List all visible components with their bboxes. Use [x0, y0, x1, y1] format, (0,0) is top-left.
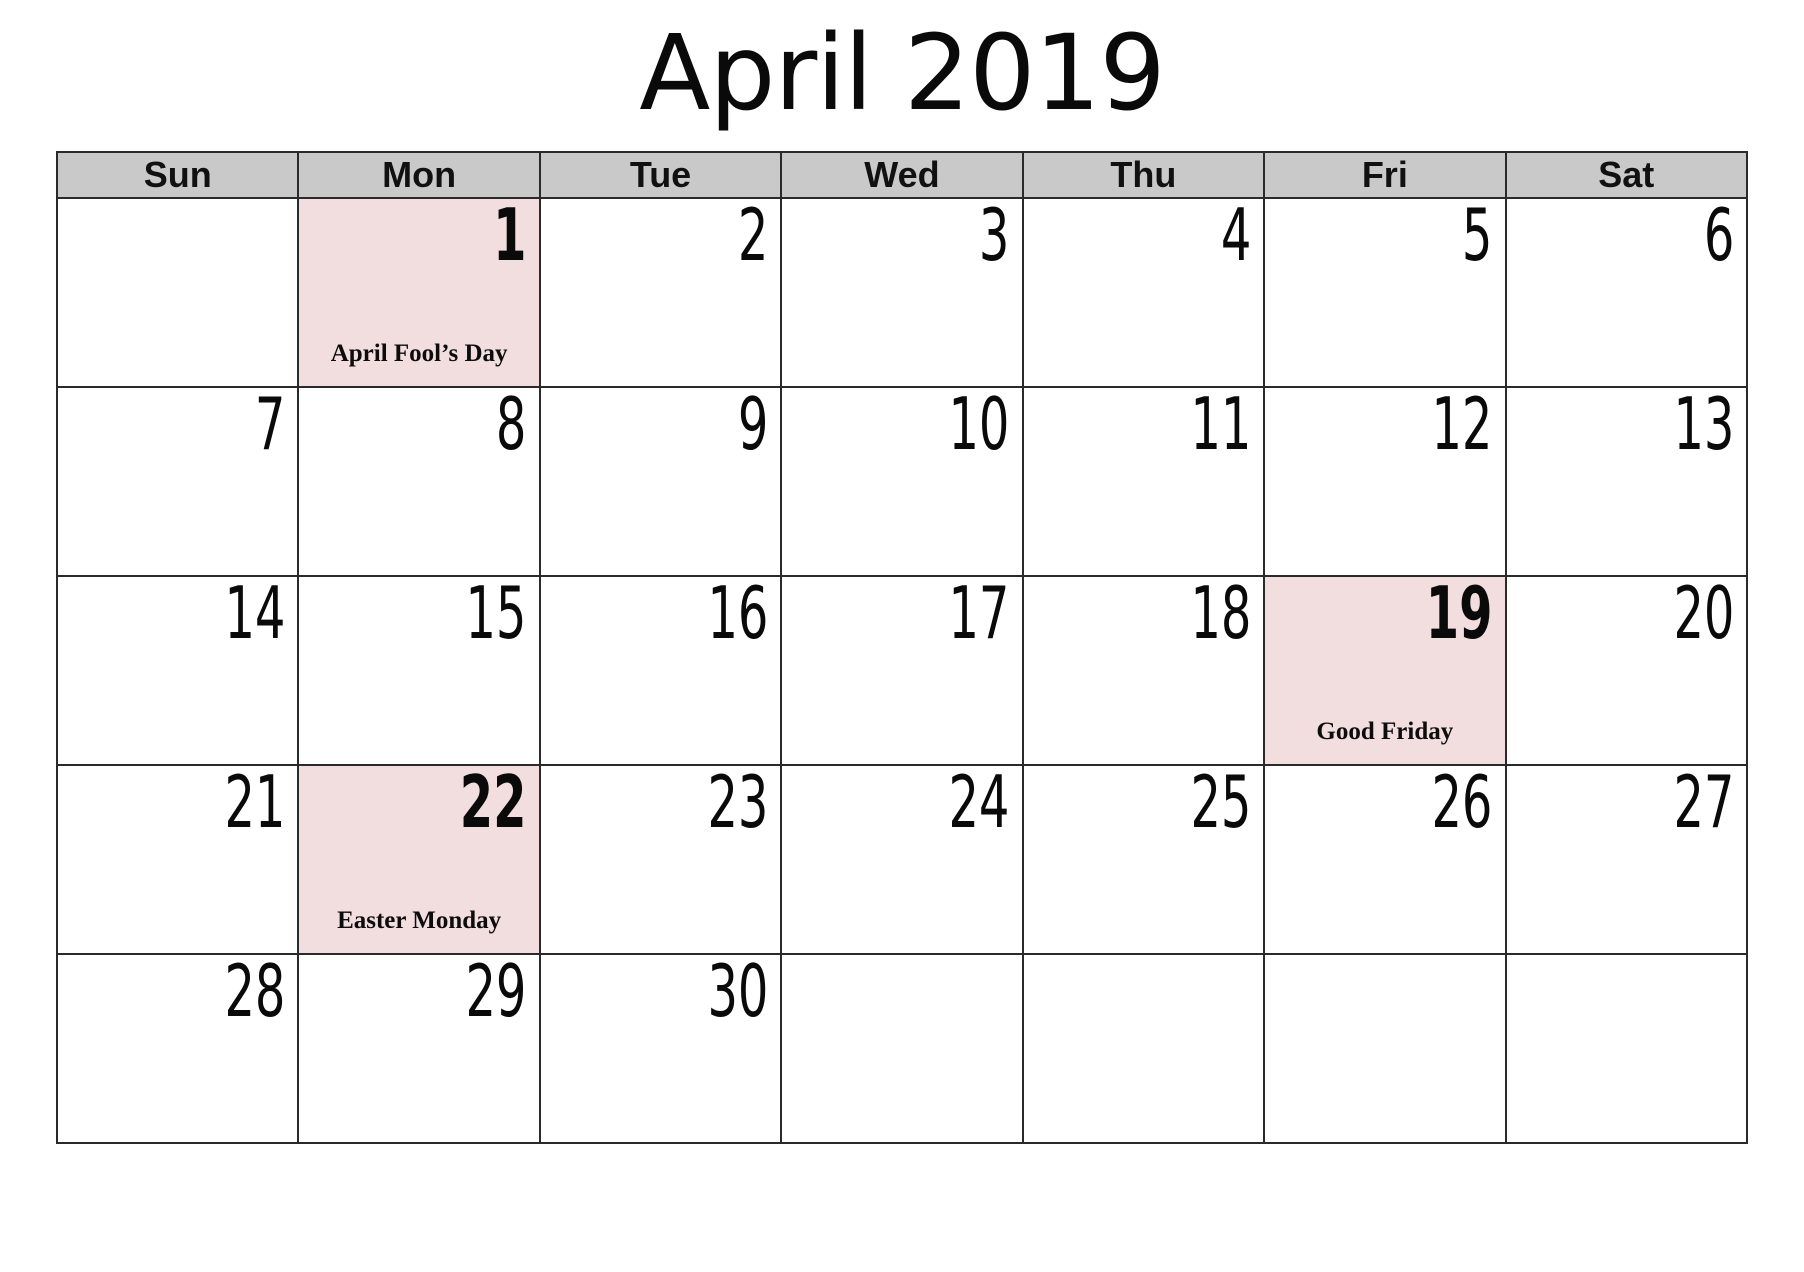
- day-number: 22: [460, 766, 527, 844]
- day-number: 25: [1190, 766, 1252, 844]
- calendar-week-row: 1 April Fool’s Day 2 3 4 5 6: [58, 199, 1748, 388]
- weekday-header-tue: Tue: [540, 153, 783, 199]
- day-number: 26: [1431, 766, 1493, 844]
- calendar-day-cell[interactable]: 30: [540, 955, 783, 1144]
- calendar-day-cell-empty: [58, 199, 300, 388]
- weekday-header-mon: Mon: [299, 153, 541, 199]
- calendar-day-cell[interactable]: 4: [1023, 199, 1266, 388]
- calendar-day-cell[interactable]: 25: [1023, 766, 1266, 955]
- weekday-header-row: Sun Mon Tue Wed Thu Fri Sat: [58, 153, 1748, 199]
- day-number: 15: [465, 577, 527, 655]
- day-number: 12: [1431, 388, 1493, 466]
- day-number: 24: [948, 766, 1010, 844]
- calendar-week-row: 14 15 16 17 18 19 Good Friday 20: [58, 577, 1748, 766]
- calendar-weeks: 1 April Fool’s Day 2 3 4 5 6 7 8 9 10 11 12 13 14 15 16 1…: [58, 199, 1748, 1144]
- calendar-day-cell[interactable]: 15: [299, 577, 541, 766]
- day-number: 10: [948, 388, 1010, 466]
- day-number: 30: [707, 955, 769, 1033]
- calendar-day-cell[interactable]: 27: [1506, 766, 1748, 955]
- day-number: 21: [224, 766, 286, 844]
- calendar-day-cell-empty: [1506, 955, 1748, 1144]
- calendar-day-cell[interactable]: 9: [540, 388, 783, 577]
- day-number: 18: [1190, 577, 1252, 655]
- day-number: 13: [1672, 388, 1734, 466]
- day-number: 2: [737, 199, 769, 277]
- calendar-day-cell[interactable]: 11: [1023, 388, 1266, 577]
- calendar-grid: Sun Mon Tue Wed Thu Fri Sat 1 April Fool’…: [56, 151, 1748, 1144]
- day-number: 7: [254, 388, 286, 466]
- calendar-page: April 2019 Sun Mon Tue Wed Thu Fri Sat 1…: [0, 0, 1804, 1272]
- day-number: 19: [1425, 577, 1493, 655]
- weekday-header-sat: Sat: [1506, 153, 1748, 199]
- day-number: 14: [224, 577, 286, 655]
- calendar-day-cell[interactable]: 14: [58, 577, 300, 766]
- day-number: 29: [465, 955, 527, 1033]
- day-number: 16: [707, 577, 769, 655]
- day-number: 6: [1703, 199, 1734, 277]
- day-number: 17: [948, 577, 1010, 655]
- weekday-header-wed: Wed: [782, 153, 1024, 199]
- calendar-day-cell[interactable]: 16: [540, 577, 783, 766]
- calendar-day-cell[interactable]: 17: [782, 577, 1024, 766]
- calendar-day-cell[interactable]: 12: [1265, 388, 1507, 577]
- day-number: 23: [707, 766, 769, 844]
- calendar-day-cell[interactable]: 24: [782, 766, 1024, 955]
- day-number: 4: [1220, 199, 1252, 277]
- day-number: 8: [496, 388, 527, 466]
- weekday-header-fri: Fri: [1265, 153, 1507, 199]
- calendar-day-cell[interactable]: 13: [1506, 388, 1748, 577]
- holiday-label: Easter Monday: [337, 907, 502, 934]
- calendar-day-cell[interactable]: 28: [58, 955, 300, 1144]
- day-number: 1: [493, 199, 527, 277]
- page-title: April 2019: [639, 12, 1165, 134]
- day-number: 20: [1672, 577, 1734, 655]
- calendar-week-row: 7 8 9 10 11 12 13: [58, 388, 1748, 577]
- day-number: 5: [1462, 199, 1493, 277]
- calendar-day-cell[interactable]: 18: [1023, 577, 1266, 766]
- calendar-day-cell[interactable]: 29: [299, 955, 541, 1144]
- day-number: 9: [737, 388, 769, 466]
- calendar-day-cell[interactable]: 22 Easter Monday: [299, 766, 541, 955]
- holiday-label: April Fool’s Day: [330, 340, 508, 367]
- calendar-day-cell[interactable]: 21: [58, 766, 300, 955]
- calendar-day-cell[interactable]: 19 Good Friday: [1265, 577, 1507, 766]
- calendar-day-cell[interactable]: 6: [1506, 199, 1748, 388]
- calendar-day-cell-empty: [1265, 955, 1507, 1144]
- day-number: 11: [1190, 388, 1252, 466]
- calendar-week-row: 21 22 Easter Monday 23 24 25 26 27: [58, 766, 1748, 955]
- calendar-day-cell-empty: [1023, 955, 1266, 1144]
- day-number: 3: [979, 199, 1010, 277]
- calendar-day-cell[interactable]: 26: [1265, 766, 1507, 955]
- calendar-week-row: 28 29 30: [58, 955, 1748, 1144]
- weekday-header-thu: Thu: [1023, 153, 1266, 199]
- calendar-day-cell[interactable]: 23: [540, 766, 783, 955]
- calendar-day-cell[interactable]: 10: [782, 388, 1024, 577]
- holiday-label: Good Friday: [1316, 718, 1454, 745]
- calendar-day-cell-empty: [782, 955, 1024, 1144]
- calendar-day-cell[interactable]: 8: [299, 388, 541, 577]
- day-number: 27: [1672, 766, 1734, 844]
- calendar-day-cell[interactable]: 1 April Fool’s Day: [299, 199, 541, 388]
- calendar-day-cell[interactable]: 3: [782, 199, 1024, 388]
- calendar-day-cell[interactable]: 7: [58, 388, 300, 577]
- day-number: 28: [224, 955, 286, 1033]
- calendar-day-cell[interactable]: 20: [1506, 577, 1748, 766]
- calendar-day-cell[interactable]: 5: [1265, 199, 1507, 388]
- weekday-header-sun: Sun: [58, 153, 300, 199]
- calendar-day-cell[interactable]: 2: [540, 199, 783, 388]
